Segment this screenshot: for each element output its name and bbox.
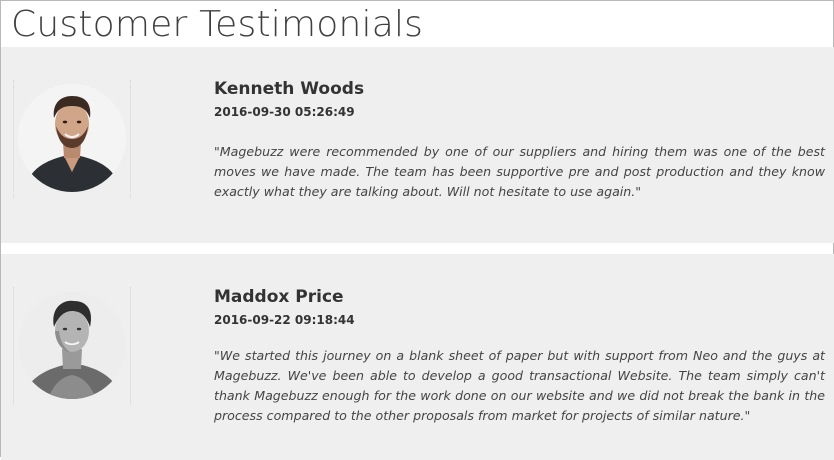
avatar [18, 84, 126, 192]
testimonial-card: Kenneth Woods 2016-09-30 05:26:49 "Mageb… [1, 47, 834, 243]
testimonial-quote: "We started this journey on a blank shee… [214, 348, 825, 423]
testimonial-date: 2016-09-30 05:26:49 [214, 105, 355, 119]
customer-name: Maddox Price [214, 287, 344, 307]
avatar-photo-kenneth [18, 84, 126, 192]
customer-name: Kenneth Woods [214, 79, 365, 99]
avatar-photo-maddox [18, 291, 126, 399]
page-title: Customer Testimonials [11, 4, 424, 45]
testimonial-quote: "Magebuzz were recommended by one of our… [214, 144, 825, 199]
photo-frame [13, 287, 131, 405]
testimonial-card: Maddox Price 2016-09-22 09:18:44 "We sta… [1, 254, 834, 460]
avatar [18, 291, 126, 399]
photo-frame [13, 80, 131, 198]
testimonial-date: 2016-09-22 09:18:44 [214, 313, 355, 327]
